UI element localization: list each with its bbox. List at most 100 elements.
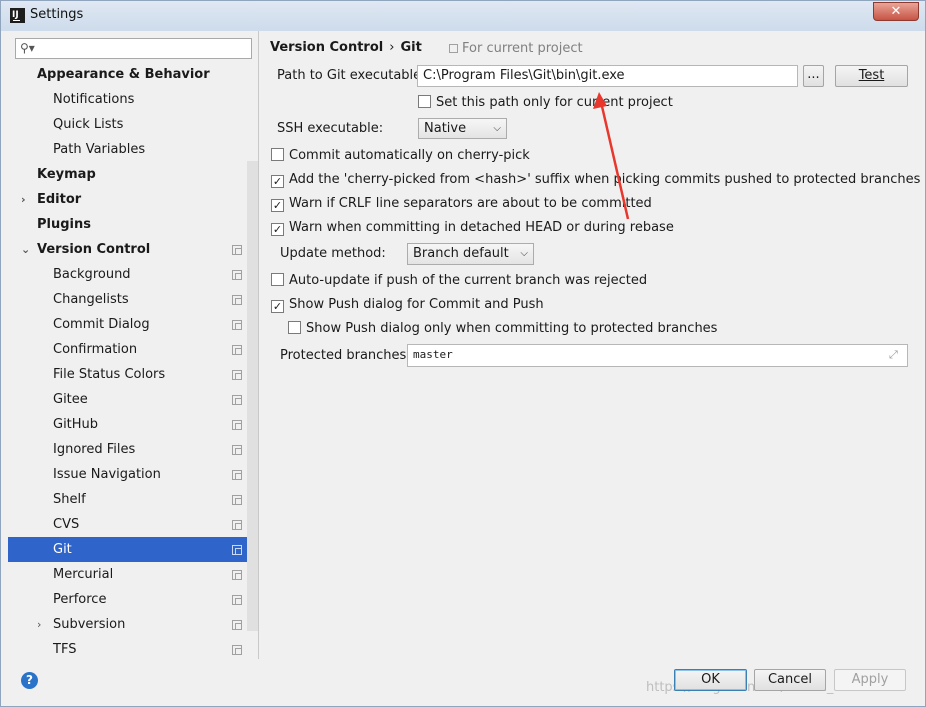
project-scope-icon bbox=[232, 645, 242, 655]
project-scope-icon bbox=[232, 445, 242, 455]
sidebar-item[interactable]: Keymap bbox=[8, 162, 258, 187]
sidebar-item[interactable]: Changelists bbox=[8, 287, 258, 312]
sidebar-item[interactable]: Ignored Files bbox=[8, 437, 258, 462]
protected-branches-input[interactable]: master bbox=[407, 344, 908, 367]
chevron-down-icon: ⌵ bbox=[493, 123, 501, 134]
sidebar-item[interactable]: Commit Dialog bbox=[8, 312, 258, 337]
sidebar-item[interactable]: TFS bbox=[8, 637, 258, 662]
sidebar-item[interactable]: Notifications bbox=[8, 87, 258, 112]
browse-button[interactable]: ... bbox=[803, 65, 824, 87]
window-title: Settings bbox=[30, 7, 84, 22]
project-scope-icon bbox=[232, 570, 242, 580]
project-scope-icon bbox=[232, 520, 242, 530]
option-label: Warn when committing in detached HEAD or… bbox=[289, 220, 674, 235]
project-scope-icon bbox=[232, 420, 242, 430]
sidebar-item[interactable]: File Status Colors bbox=[8, 362, 258, 387]
sidebar-item-label: Ignored Files bbox=[53, 442, 136, 457]
project-scope-note: For current project bbox=[449, 41, 583, 56]
sidebar-item[interactable]: Background bbox=[8, 262, 258, 287]
option-checkbox[interactable] bbox=[271, 273, 284, 286]
sidebar-item[interactable]: Quick Lists bbox=[8, 112, 258, 137]
option-label: Commit automatically on cherry-pick bbox=[289, 148, 530, 163]
ok-button[interactable]: OK bbox=[674, 669, 747, 691]
settings-search-input[interactable]: ⚲▾ bbox=[15, 38, 252, 59]
sidebar-item[interactable]: Git bbox=[8, 537, 258, 562]
option-row[interactable]: Show Push dialog only when committing to… bbox=[288, 320, 717, 338]
sidebar-item[interactable]: › Subversion bbox=[8, 612, 258, 637]
sidebar-item[interactable]: Shelf bbox=[8, 487, 258, 512]
sidebar-item-label: CVS bbox=[53, 517, 80, 532]
option-checkbox[interactable]: ✓ bbox=[271, 300, 284, 313]
project-scope-icon bbox=[449, 44, 458, 53]
test-button[interactable]: Test bbox=[835, 65, 908, 87]
sidebar-item[interactable]: CVS bbox=[8, 512, 258, 537]
option-row[interactable]: Commit automatically on cherry-pick bbox=[271, 147, 530, 165]
project-scope-icon bbox=[232, 620, 242, 630]
sidebar-item[interactable]: Appearance & Behavior bbox=[8, 62, 258, 87]
chevron-right-icon[interactable]: › bbox=[21, 187, 26, 212]
sidebar-item[interactable]: GitHub bbox=[8, 412, 258, 437]
option-label: Add the 'cherry-picked from <hash>' suff… bbox=[289, 172, 921, 187]
breadcrumb-current: Git bbox=[400, 40, 422, 55]
option-checkbox[interactable]: ✓ bbox=[271, 223, 284, 236]
project-scope-icon bbox=[232, 270, 242, 280]
option-row[interactable]: ✓ Warn when committing in detached HEAD o… bbox=[271, 219, 674, 237]
sidebar-item-label: Plugins bbox=[37, 217, 91, 232]
cancel-button[interactable]: Cancel bbox=[754, 669, 826, 691]
update-method-select[interactable]: Branch default ⌵ bbox=[407, 243, 534, 265]
project-scope-icon bbox=[232, 345, 242, 355]
sidebar-scrollbar[interactable] bbox=[247, 161, 258, 631]
sidebar-item-label: Version Control bbox=[37, 242, 151, 257]
sidebar-item[interactable]: Plugins bbox=[8, 212, 258, 237]
project-scope-icon bbox=[232, 545, 242, 555]
ssh-executable-value: Native bbox=[424, 121, 467, 136]
git-path-input[interactable]: C:\Program Files\Git\bin\git.exe bbox=[417, 65, 798, 87]
settings-tree: Appearance & Behavior Notifications Quick … bbox=[8, 62, 258, 662]
sidebar-item-label: Editor bbox=[37, 192, 82, 207]
chevron-right-icon[interactable]: › bbox=[37, 612, 41, 637]
ssh-executable-select[interactable]: Native ⌵ bbox=[418, 118, 507, 139]
title-bar[interactable]: IJ Settings ✕ bbox=[1, 1, 925, 31]
current-project-only-label: Set this path only for current project bbox=[436, 95, 673, 110]
apply-button[interactable]: Apply bbox=[834, 669, 906, 691]
sidebar-item-label: Git bbox=[53, 542, 72, 557]
expand-icon[interactable]: ⤢ bbox=[889, 348, 898, 362]
sidebar-item-label: Background bbox=[53, 267, 131, 282]
sidebar-item-label: TFS bbox=[53, 642, 77, 657]
project-scope-label: For current project bbox=[462, 41, 583, 56]
ssh-label: SSH executable: bbox=[277, 121, 384, 136]
sidebar-item-label: Path Variables bbox=[53, 142, 146, 157]
option-row[interactable]: ✓ Add the 'cherry-picked from <hash>' suf… bbox=[271, 171, 920, 189]
sidebar-item[interactable]: › Editor bbox=[8, 187, 258, 212]
option-row[interactable]: ✓ Show Push dialog for Commit and Push bbox=[271, 296, 544, 314]
project-scope-icon bbox=[232, 245, 242, 255]
sidebar-item[interactable]: Path Variables bbox=[8, 137, 258, 162]
sidebar-item[interactable]: Gitee bbox=[8, 387, 258, 412]
option-row[interactable]: Auto-update if push of the current branc… bbox=[271, 272, 647, 290]
sidebar-item[interactable]: ⌄ Version Control bbox=[8, 237, 258, 262]
sidebar-item-label: Confirmation bbox=[53, 342, 138, 357]
option-checkbox[interactable]: ✓ bbox=[271, 175, 284, 188]
sidebar-item-label: Quick Lists bbox=[53, 117, 124, 132]
git-path-label: Path to Git executable: bbox=[277, 68, 426, 83]
option-label: Auto-update if push of the current branc… bbox=[289, 273, 648, 288]
help-icon[interactable]: ? bbox=[21, 672, 38, 689]
sidebar-item[interactable]: Perforce bbox=[8, 587, 258, 612]
sidebar-item-label: File Status Colors bbox=[53, 367, 166, 382]
settings-window: IJ Settings ✕ ⚲▾ Appearance & Behavior No… bbox=[0, 0, 926, 707]
current-project-only-checkbox[interactable] bbox=[418, 95, 431, 108]
close-button[interactable]: ✕ bbox=[873, 2, 919, 21]
chevron-down-icon[interactable]: ⌄ bbox=[21, 237, 30, 262]
sidebar-item[interactable]: Confirmation bbox=[8, 337, 258, 362]
option-row[interactable]: ✓ Warn if CRLF line separators are about … bbox=[271, 195, 652, 213]
sidebar-item-label: Changelists bbox=[53, 292, 129, 307]
protected-branches-label: Protected branches: bbox=[280, 348, 411, 363]
sidebar-item[interactable]: Mercurial bbox=[8, 562, 258, 587]
option-checkbox[interactable]: ✓ bbox=[271, 199, 284, 212]
sidebar-item[interactable]: Issue Navigation bbox=[8, 462, 258, 487]
project-scope-icon bbox=[232, 370, 242, 380]
current-project-only-row[interactable]: Set this path only for current project bbox=[418, 94, 673, 112]
sidebar-item-label: Commit Dialog bbox=[53, 317, 150, 332]
option-checkbox[interactable] bbox=[271, 148, 284, 161]
option-checkbox[interactable] bbox=[288, 321, 301, 334]
